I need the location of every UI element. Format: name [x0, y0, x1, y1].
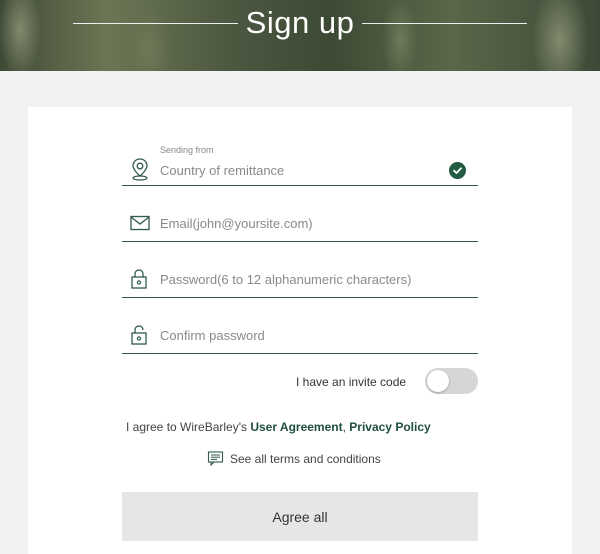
- country-field-label: Sending from: [160, 145, 214, 155]
- invite-code-label: I have an invite code: [296, 375, 407, 389]
- lock-icon: [130, 268, 148, 295]
- toggle-knob: [427, 370, 449, 392]
- envelope-icon: [130, 215, 150, 236]
- confirm-password-input[interactable]: [160, 326, 440, 344]
- agreement-text: I agree to WireBarley's User Agreement, …: [126, 420, 431, 434]
- terms-link-label: See all terms and conditions: [230, 452, 381, 467]
- header-banner: Sign up: [0, 0, 600, 71]
- check-circle-icon: [449, 162, 466, 179]
- email-input[interactable]: [160, 214, 440, 232]
- see-all-terms-link[interactable]: See all terms and conditions: [207, 451, 381, 469]
- document-icon: [207, 451, 224, 469]
- user-agreement-link[interactable]: User Agreement: [250, 420, 342, 434]
- confirm-password-field[interactable]: [122, 316, 478, 354]
- agreement-prefix: I agree to WireBarley's: [126, 420, 251, 434]
- email-field[interactable]: [122, 205, 478, 242]
- privacy-policy-link[interactable]: Privacy Policy: [349, 420, 430, 434]
- location-pin-icon: [130, 157, 150, 186]
- unlock-icon: [130, 324, 148, 351]
- agree-all-button[interactable]: Agree all: [122, 492, 478, 541]
- title-divider-right: [362, 23, 527, 24]
- country-field[interactable]: Sending from: [122, 141, 478, 186]
- title-divider-left: [73, 23, 238, 24]
- country-input[interactable]: [160, 161, 440, 179]
- page-title: Sign up: [245, 5, 355, 40]
- password-field[interactable]: [122, 260, 478, 298]
- invite-code-toggle[interactable]: [425, 368, 478, 394]
- password-input[interactable]: [160, 270, 440, 288]
